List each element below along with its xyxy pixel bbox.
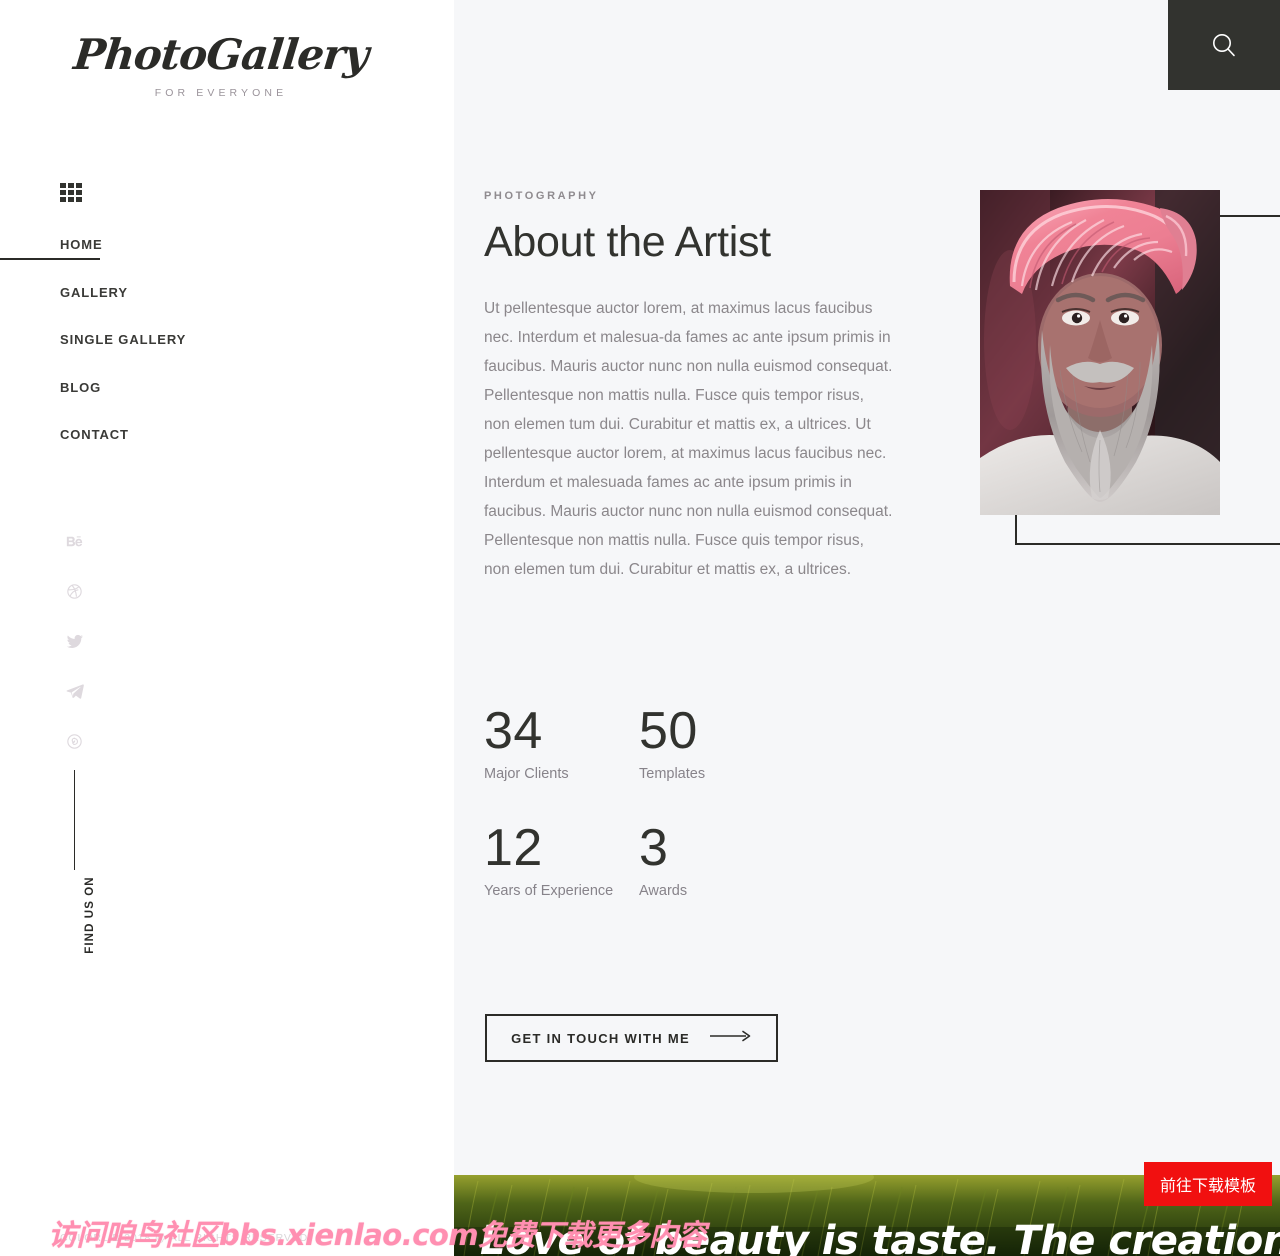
artist-portrait-block (980, 190, 1280, 545)
page-title: About the Artist (484, 218, 771, 266)
section-eyebrow: PHOTOGRAPHY (484, 190, 599, 202)
brand-tagline: FOR EVERYONE (154, 87, 288, 99)
find-us-divider (74, 770, 75, 870)
behance-icon[interactable] (66, 516, 96, 566)
dribbble-icon[interactable] (66, 566, 96, 616)
get-in-touch-button[interactable]: GET IN TOUCH WITH ME (485, 1014, 778, 1062)
about-body-text: Ut pellentesque auctor lorem, at maximus… (484, 300, 893, 578)
content-background (454, 0, 1280, 1256)
stat-value: 3 (639, 819, 669, 877)
search-button[interactable] (1168, 0, 1280, 90)
artist-portrait-image (980, 190, 1220, 515)
stat-value: 12 (484, 819, 543, 877)
stat-label: Templates (639, 766, 706, 782)
stats-row: 12 Years of Experience 3 Awards (484, 817, 814, 899)
nav-item-gallery[interactable]: GALLERY (0, 280, 454, 328)
site-watermark: 访问咱鸟社区bbs.xienlao.com免费下载更多内容 (48, 1218, 707, 1252)
pinterest-icon[interactable] (66, 716, 96, 766)
stat-value: 50 (639, 702, 698, 760)
arrow-right-icon (709, 1029, 752, 1047)
stat-label: Major Clients (484, 766, 569, 782)
stats-grid: 34 Major Clients 50 Templates 12 Years o… (484, 700, 814, 899)
stats-row: 34 Major Clients 50 Templates (484, 700, 814, 782)
sidebar: PhotoGallery FOR EVERYONE HOME GALLERY S… (0, 0, 454, 1256)
search-icon (1209, 30, 1239, 60)
nav-item-home[interactable]: HOME (0, 232, 454, 280)
stat-major-clients: 34 Major Clients (484, 700, 639, 782)
grid-icon[interactable] (60, 183, 82, 204)
stat-value: 34 (484, 702, 543, 760)
telegram-icon[interactable] (66, 666, 96, 716)
brand-name: PhotoGallery (71, 30, 371, 79)
stat-awards: 3 Awards (639, 817, 794, 899)
cta-label: GET IN TOUCH WITH ME (511, 1030, 690, 1046)
stat-label: Awards (639, 883, 688, 899)
about-section: PHOTOGRAPHY About the Artist Ut pellente… (484, 190, 904, 584)
main-navigation: HOME GALLERY SINGLE GALLERY BLOG CONTACT (0, 232, 454, 470)
page-root: PhotoGallery FOR EVERYONE HOME GALLERY S… (0, 0, 1280, 1256)
brand-logo[interactable]: PhotoGallery FOR EVERYONE (56, 28, 386, 99)
nav-item-single-gallery[interactable]: SINGLE GALLERY (0, 327, 454, 375)
twitter-icon[interactable] (66, 616, 96, 666)
nav-item-blog[interactable]: BLOG (0, 375, 454, 423)
social-links (66, 516, 96, 766)
nav-item-contact[interactable]: CONTACT (0, 422, 454, 470)
find-us-on-label: FIND US ON (84, 876, 96, 954)
stat-years-experience: 12 Years of Experience (484, 817, 639, 899)
stat-templates: 50 Templates (639, 700, 794, 782)
stat-label: Years of Experience (484, 883, 614, 899)
download-template-button[interactable]: 前往下载模板 (1144, 1162, 1272, 1206)
